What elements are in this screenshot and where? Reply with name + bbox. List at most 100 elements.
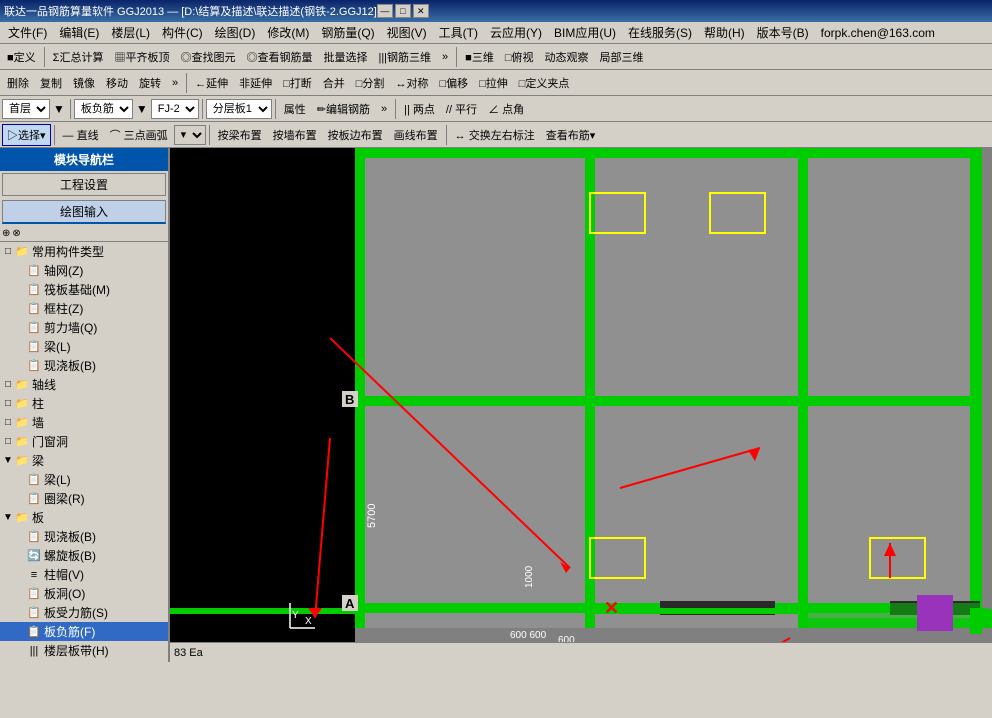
- btn-symmetric[interactable]: ↔对称: [390, 72, 433, 94]
- menu-draw[interactable]: 绘图(D): [209, 22, 262, 43]
- menu-rebar[interactable]: 钢筋量(Q): [315, 22, 380, 43]
- btn-split[interactable]: □分割: [351, 72, 390, 94]
- tree-item-opening[interactable]: □ 📁 门窗洞: [0, 432, 168, 451]
- btn-flush[interactable]: ▦平齐板顶: [109, 46, 174, 68]
- btn-summary[interactable]: Σ汇总计算: [48, 46, 109, 68]
- btn-define[interactable]: ■定义: [2, 46, 41, 68]
- btn-extend[interactable]: ←延伸: [190, 72, 233, 94]
- green-hline-b: [355, 396, 982, 406]
- btn-view-rebar2[interactable]: 查看布筋▾: [541, 124, 601, 146]
- menu-version[interactable]: 版本号(B): [751, 22, 815, 43]
- type-select[interactable]: FJ-2: [151, 99, 199, 119]
- btn-move[interactable]: 移动: [101, 72, 133, 94]
- menu-edit[interactable]: 编辑(E): [53, 22, 105, 43]
- tree-item-floor-band[interactable]: ||| 楼层板带(H): [0, 641, 168, 660]
- btn-by-wall[interactable]: 按墙布置: [268, 124, 322, 146]
- maximize-button[interactable]: □: [395, 4, 411, 18]
- red-arrowhead-2: [560, 562, 570, 573]
- nav-project-settings[interactable]: 工程设置: [2, 173, 166, 196]
- nav-draw-input[interactable]: 绘图输入: [2, 200, 166, 224]
- btn-two-point[interactable]: || 两点: [399, 98, 440, 120]
- btn-batch-select[interactable]: 批量选择: [318, 46, 372, 68]
- btn-rebar-3d[interactable]: |||钢筋三维: [373, 46, 436, 68]
- btn-select[interactable]: ▷选择▾: [2, 124, 51, 146]
- btn-more3[interactable]: »: [376, 98, 392, 120]
- tree-item-slab[interactable]: 📋 现浇板(B): [0, 356, 168, 375]
- menu-user[interactable]: forpk.chen@163.com: [815, 24, 941, 42]
- btn-top-view[interactable]: □俯视: [500, 46, 539, 68]
- layer-select[interactable]: 分层板1: [206, 99, 272, 119]
- sep1: [44, 47, 45, 67]
- btn-grip[interactable]: □定义夹点: [514, 72, 575, 94]
- btn-more1[interactable]: »: [437, 46, 453, 68]
- tree-item-axis[interactable]: □ 📁 轴线: [0, 375, 168, 394]
- btn-draw-line[interactable]: 画线布置: [389, 124, 443, 146]
- arc-select[interactable]: ▾: [174, 125, 206, 145]
- btn-break[interactable]: □打断: [278, 72, 317, 94]
- tree-item-col[interactable]: □ 📁 柱: [0, 394, 168, 413]
- menu-floor[interactable]: 楼层(L): [105, 22, 156, 43]
- tree-item-spiral-slab[interactable]: 🔄 螺旋板(B): [0, 546, 168, 565]
- btn-edit-rebar[interactable]: ✏编辑钢筋: [312, 98, 375, 120]
- btn-property[interactable]: 属性: [279, 98, 311, 120]
- close-button[interactable]: ✕: [413, 4, 429, 18]
- tree-item-beam-l[interactable]: 📋 梁(L): [0, 470, 168, 489]
- green-triangle: [982, 608, 992, 628]
- tree-item-neg-rebar[interactable]: 📋 板负筋(F): [0, 622, 168, 641]
- status-text: 83 Ea: [174, 647, 203, 659]
- btn-stretch[interactable]: □拉伸: [474, 72, 513, 94]
- menu-online[interactable]: 在线服务(S): [622, 22, 698, 43]
- menu-cloud[interactable]: 云应用(Y): [484, 22, 548, 43]
- tree-item-slab-rebar[interactable]: 📋 板受力筋(S): [0, 603, 168, 622]
- menu-tools[interactable]: 工具(T): [433, 22, 484, 43]
- floor-select[interactable]: 首层: [2, 99, 50, 119]
- tree-item-shear-wall[interactable]: 📋 剪力墙(Q): [0, 318, 168, 337]
- btn-view-rebar[interactable]: ◎查看钢筋量: [241, 46, 317, 68]
- menu-help[interactable]: 帮助(H): [698, 22, 751, 43]
- menu-component[interactable]: 构件(C): [156, 22, 209, 43]
- btn-parallel[interactable]: // 平行: [441, 98, 482, 120]
- btn-mirror[interactable]: 镜像: [68, 72, 100, 94]
- btn-rotate[interactable]: 旋转: [134, 72, 166, 94]
- btn-line[interactable]: — 直线: [58, 124, 104, 146]
- tree-item-common[interactable]: □ 📁 常用构件类型: [0, 242, 168, 261]
- menu-bim[interactable]: BIM应用(U): [548, 22, 622, 43]
- btn-point-angle[interactable]: ∠ 点角: [483, 98, 529, 120]
- tree-item-wall[interactable]: □ 📁 墙: [0, 413, 168, 432]
- btn-offset[interactable]: □偏移: [434, 72, 473, 94]
- menu-view[interactable]: 视图(V): [381, 22, 433, 43]
- tree-item-column[interactable]: 📋 框柱(Z): [0, 299, 168, 318]
- green-bottom-strip: [800, 603, 982, 628]
- btn-merge[interactable]: 合并: [318, 72, 350, 94]
- tree-item-slab-hole[interactable]: 📋 板洞(O): [0, 584, 168, 603]
- location-select[interactable]: 板负筋: [74, 99, 133, 119]
- btn-delete[interactable]: 删除: [2, 72, 34, 94]
- btn-no-extend[interactable]: 非延伸: [234, 72, 277, 94]
- btn-arc[interactable]: ⌒ 三点画弧: [105, 124, 173, 146]
- btn-by-slab-edge[interactable]: 按板边布置: [323, 124, 388, 146]
- tree-item-cast-slab[interactable]: 📋 现浇板(B): [0, 527, 168, 546]
- tree-item-raft[interactable]: 📋 筏板基础(M): [0, 280, 168, 299]
- yellow-rect-3: [590, 538, 645, 578]
- tree-item-beam[interactable]: 📋 梁(L): [0, 337, 168, 356]
- btn-local-3d[interactable]: 局部三维: [594, 46, 648, 68]
- green-bottom-right: [970, 608, 982, 634]
- btn-find[interactable]: ◎查找图元: [175, 46, 240, 68]
- tree-item-grid[interactable]: 📋 轴网(Z): [0, 261, 168, 280]
- menu-file[interactable]: 文件(F): [2, 22, 53, 43]
- minimize-button[interactable]: —: [377, 4, 393, 18]
- btn-dynamic[interactable]: 动态观察: [539, 46, 593, 68]
- tree-item-beam-group[interactable]: ▼ 📁 梁: [0, 451, 168, 470]
- btn-3d[interactable]: ■三维: [460, 46, 499, 68]
- btn-swap-mark[interactable]: ↔ 交换左右标注: [450, 124, 540, 146]
- tree-item-hollow[interactable]: □ 📁 空心楼盖: [0, 660, 168, 662]
- btn-copy[interactable]: 复制: [35, 72, 67, 94]
- btn-by-beam[interactable]: 按梁布置: [213, 124, 267, 146]
- menu-modify[interactable]: 修改(M): [261, 22, 315, 43]
- tree-item-ring-beam[interactable]: 📋 圈梁(R): [0, 489, 168, 508]
- tree-item-cap[interactable]: ≡ 柱帽(V): [0, 565, 168, 584]
- red-arrowhead-4: [884, 543, 896, 556]
- canvas-area[interactable]: 5700 600 600 1000 600 B A ✕ Y: [170, 148, 992, 662]
- btn-more2[interactable]: »: [167, 72, 183, 94]
- tree-item-slab-group[interactable]: ▼ 📁 板: [0, 508, 168, 527]
